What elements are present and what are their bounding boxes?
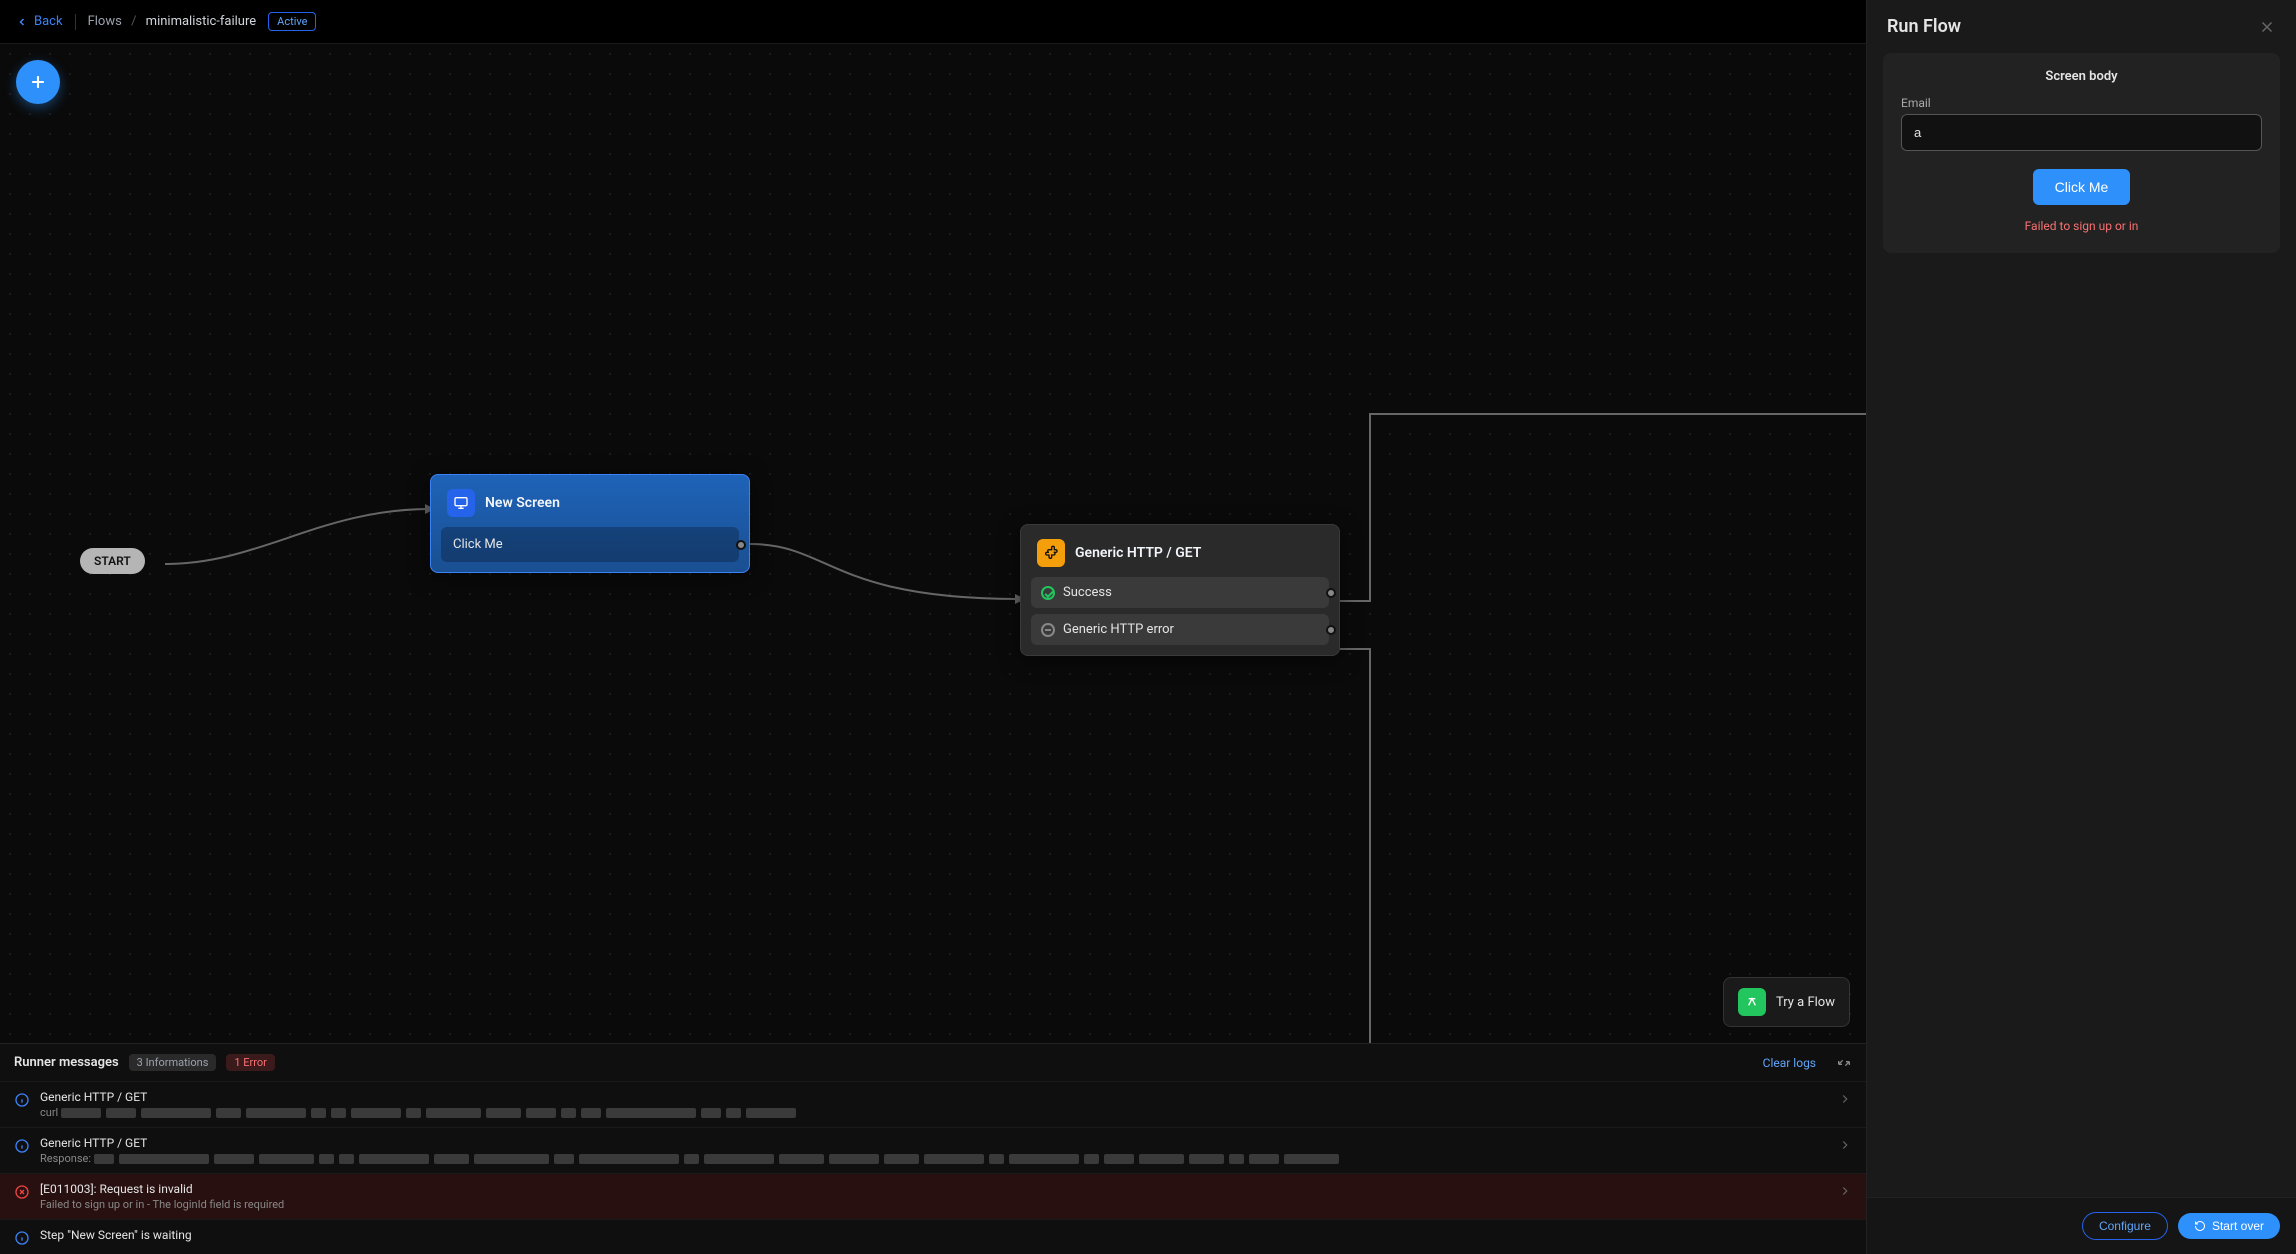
start-over-label: Start over	[2212, 1219, 2264, 1233]
log-detail: curl	[40, 1106, 1828, 1119]
error-count-badge: 1 Error	[226, 1054, 275, 1071]
panel-header: Run Flow	[1867, 0, 2296, 53]
divider	[75, 14, 76, 30]
collapse-icon[interactable]	[1836, 1055, 1852, 1071]
email-field[interactable]	[1901, 114, 2262, 151]
screen-body-title: Screen body	[1901, 69, 2262, 84]
node-title: Generic HTTP / GET	[1075, 545, 1201, 561]
try-flow-label: Try a Flow	[1776, 995, 1835, 1010]
crumb-separator: /	[131, 14, 136, 29]
node-title: New Screen	[485, 495, 560, 511]
node-action-label: Click Me	[453, 537, 503, 552]
panel-title: Run Flow	[1887, 16, 1961, 37]
runner-messages-panel: Runner messages 3 Informations 1 Error C…	[0, 1043, 1866, 1254]
panel-footer: Configure Start over	[1867, 1197, 2296, 1254]
node-action-click-me[interactable]: Click Me	[441, 527, 739, 562]
node-branch-success[interactable]: Success	[1031, 577, 1329, 608]
close-icon[interactable]	[2258, 18, 2276, 36]
crumb-current: minimalistic-failure	[146, 14, 256, 29]
node-header: Generic HTTP / GET	[1031, 535, 1329, 577]
start-over-button[interactable]: Start over	[2178, 1213, 2280, 1239]
node-branch-error[interactable]: Generic HTTP error	[1031, 614, 1329, 645]
logs-title: Runner messages	[14, 1055, 119, 1070]
node-header: New Screen	[441, 485, 739, 527]
log-row-error[interactable]: [E011003]: Request is invalid Failed to …	[0, 1173, 1866, 1219]
info-count-badge: 3 Informations	[129, 1054, 217, 1071]
log-title: [E011003]: Request is invalid	[40, 1182, 1828, 1196]
info-icon	[14, 1092, 30, 1108]
log-title: Step "New Screen" is waiting	[40, 1228, 1852, 1242]
log-title: Generic HTTP / GET	[40, 1090, 1828, 1104]
failure-message: Failed to sign up or in	[1901, 219, 2262, 233]
topbar: Back Flows / minimalistic-failure Active	[0, 0, 1866, 44]
log-detail: Failed to sign up or in - The loginId fi…	[40, 1198, 1828, 1211]
back-label: Back	[34, 14, 63, 29]
plus-icon	[28, 72, 48, 92]
chevron-right-icon[interactable]	[1838, 1138, 1852, 1152]
logs-header: Runner messages 3 Informations 1 Error C…	[0, 1044, 1866, 1081]
output-port[interactable]	[1326, 588, 1336, 598]
breadcrumb: Flows / minimalistic-failure	[88, 14, 257, 29]
flow-canvas[interactable]: START New Screen Click Me	[0, 44, 1866, 1043]
email-label: Email	[1901, 96, 2262, 110]
branch-label: Generic HTTP error	[1063, 622, 1174, 637]
output-port[interactable]	[736, 540, 746, 550]
connection-wires	[0, 44, 1866, 1043]
minus-circle-icon	[1041, 623, 1055, 637]
checkmark-icon	[1041, 586, 1055, 600]
panel-body: Screen body Email Click Me Failed to sig…	[1867, 53, 2296, 1197]
node-generic-http[interactable]: Generic HTTP / GET Success Generic HTTP …	[1020, 524, 1340, 656]
clear-logs-button[interactable]: Clear logs	[1763, 1056, 1816, 1070]
branch-label: Success	[1063, 585, 1112, 600]
error-icon	[14, 1184, 30, 1200]
click-me-button[interactable]: Click Me	[2033, 169, 2131, 205]
flow-icon	[1738, 988, 1766, 1016]
configure-button[interactable]: Configure	[2082, 1212, 2168, 1240]
extension-icon	[1037, 539, 1065, 567]
info-icon	[14, 1138, 30, 1154]
log-detail: Response:	[40, 1152, 1828, 1165]
chevron-right-icon[interactable]	[1838, 1184, 1852, 1198]
output-port[interactable]	[1326, 625, 1336, 635]
log-row[interactable]: Generic HTTP / GET curl	[0, 1081, 1866, 1127]
back-button[interactable]: Back	[16, 14, 63, 29]
status-badge: Active	[268, 12, 316, 31]
chevron-right-icon[interactable]	[1838, 1092, 1852, 1106]
screen-preview-card: Screen body Email Click Me Failed to sig…	[1883, 53, 2280, 253]
log-title: Generic HTTP / GET	[40, 1136, 1828, 1150]
crumb-root[interactable]: Flows	[88, 14, 122, 29]
try-flow-button[interactable]: Try a Flow	[1723, 977, 1850, 1027]
info-icon	[14, 1230, 30, 1246]
node-new-screen[interactable]: New Screen Click Me	[430, 474, 750, 573]
screen-icon	[447, 489, 475, 517]
start-node[interactable]: START	[80, 548, 145, 574]
run-flow-panel: Run Flow Screen body Email Click Me Fail…	[1866, 0, 2296, 1254]
restart-icon	[2194, 1220, 2206, 1232]
add-node-button[interactable]	[16, 60, 60, 104]
log-row[interactable]: Step "New Screen" is waiting	[0, 1219, 1866, 1254]
arrow-left-icon	[16, 16, 28, 28]
log-row[interactable]: Generic HTTP / GET Response:	[0, 1127, 1866, 1173]
